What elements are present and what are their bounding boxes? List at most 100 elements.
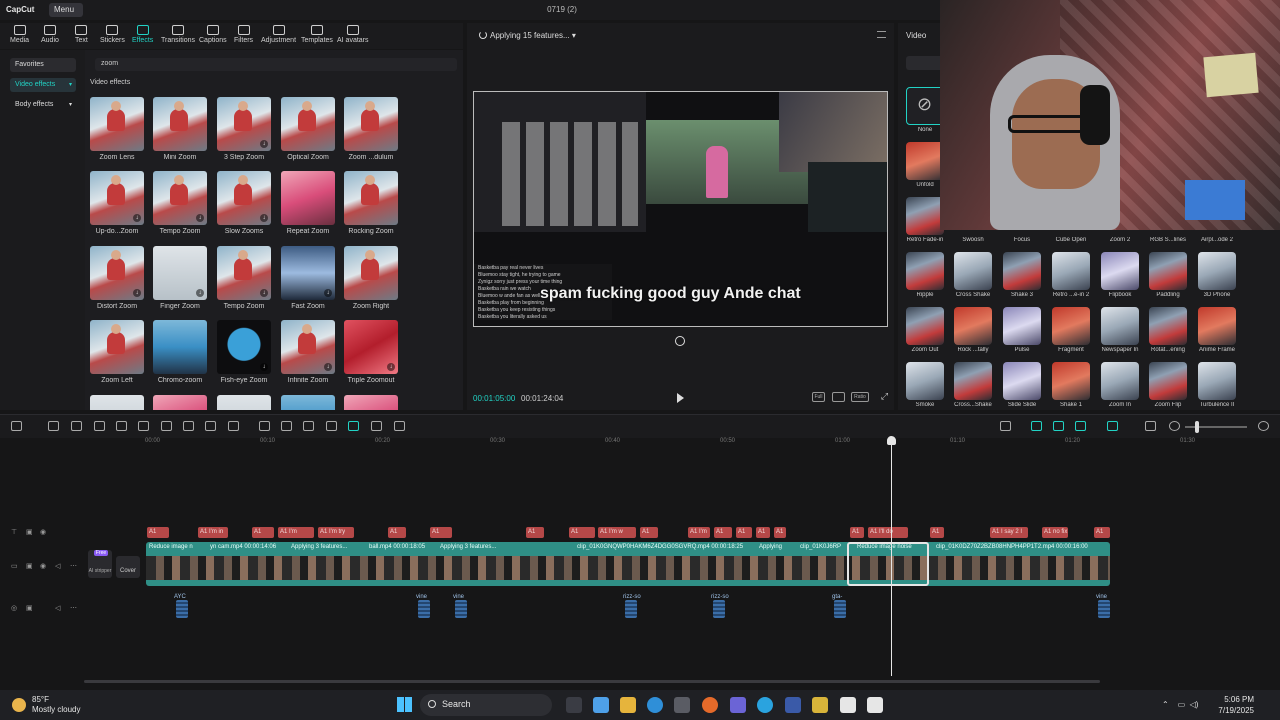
- caption-clip[interactable]: A1: [526, 527, 544, 538]
- audio-clip[interactable]: vine: [453, 594, 467, 620]
- effect-item[interactable]: [90, 395, 144, 410]
- category-favorites[interactable]: Favorites: [10, 58, 76, 72]
- crop-icon[interactable]: [205, 421, 216, 431]
- category-video-effects[interactable]: Video effects ▾: [10, 78, 76, 92]
- effect-item[interactable]: Mini Zoom: [153, 97, 207, 161]
- effects-search-input[interactable]: zoom: [95, 58, 457, 71]
- fullscreen-icon[interactable]: ⤢: [878, 392, 891, 402]
- caption-clip[interactable]: A1 no fix: [1042, 527, 1068, 538]
- caption-clip[interactable]: A1 I'm: [688, 527, 710, 538]
- tab-filters[interactable]: Filters: [234, 25, 253, 44]
- effect-item[interactable]: ↓ Tempo Zoom: [153, 171, 207, 235]
- capcut-icon[interactable]: [867, 697, 883, 713]
- category-body-effects[interactable]: Body effects ▾: [10, 98, 76, 112]
- speaker-icon[interactable]: ◁: [55, 604, 60, 612]
- lock-icon[interactable]: ▣: [26, 604, 33, 612]
- transition-item[interactable]: Ripple: [906, 252, 944, 298]
- tab-effects[interactable]: Effects: [132, 25, 153, 44]
- transition-item[interactable]: Anime Frame: [1198, 307, 1236, 353]
- timeline[interactable]: 00:00 00:10 00:20 00:30 00:40 00:50 01:0…: [0, 438, 1280, 682]
- telegram-icon[interactable]: [757, 697, 773, 713]
- transition-item[interactable]: Shake 3: [1003, 252, 1041, 298]
- edge-icon[interactable]: [647, 697, 663, 713]
- effect-item[interactable]: ↓ Fish-eye Zoom: [217, 320, 271, 384]
- ai-icon[interactable]: [348, 421, 359, 431]
- caption-clip[interactable]: A1: [430, 527, 452, 538]
- audio-clip[interactable]: vine: [1096, 594, 1110, 620]
- windows-start-icon[interactable]: [397, 697, 412, 712]
- copilot-icon[interactable]: [593, 697, 609, 713]
- tab-audio[interactable]: Audio: [41, 25, 59, 44]
- caption-clip[interactable]: A1 I'm in: [198, 527, 228, 538]
- delete-icon[interactable]: [161, 421, 172, 431]
- taskbar-search[interactable]: Search: [420, 694, 552, 716]
- main-video-track[interactable]: Reduce image n yn cam.mp4 00:00:14:06 Ap…: [146, 542, 1110, 586]
- effect-item[interactable]: [344, 395, 398, 410]
- tab-templates[interactable]: Templates: [301, 25, 333, 44]
- capcut-icon[interactable]: [840, 697, 856, 713]
- tab-adjustment[interactable]: Adjustment: [261, 25, 296, 44]
- lock-icon[interactable]: ▣: [26, 562, 33, 570]
- image-icon[interactable]: [371, 421, 382, 431]
- caption-clip[interactable]: A1 I'll do: [868, 527, 908, 538]
- auto-cut-icon[interactable]: [326, 421, 337, 431]
- transition-item[interactable]: Cross Shake: [954, 252, 992, 298]
- transition-item[interactable]: Turbulence II: [1198, 362, 1236, 408]
- app-icon[interactable]: [812, 697, 828, 713]
- tab-stickers[interactable]: Stickers: [100, 25, 125, 44]
- eye-icon[interactable]: ◉: [40, 528, 46, 536]
- menu-icon[interactable]: [877, 31, 886, 38]
- volume-icon[interactable]: ◁): [1190, 700, 1199, 709]
- effect-item[interactable]: [217, 395, 271, 410]
- effect-item[interactable]: ↓ Finger Zoom: [153, 246, 207, 310]
- tab-media[interactable]: Media: [10, 25, 29, 44]
- zoom-out-icon[interactable]: [1169, 421, 1180, 431]
- track-link-icon[interactable]: [1107, 421, 1118, 431]
- transition-item[interactable]: Zoom Out: [906, 307, 944, 353]
- freeze-icon[interactable]: [228, 421, 239, 431]
- file-explorer-icon[interactable]: [620, 697, 636, 713]
- effect-item[interactable]: Optical Zoom: [281, 97, 335, 161]
- caption-clip[interactable]: A1: [850, 527, 864, 538]
- timeline-scrollbar[interactable]: [84, 680, 1100, 683]
- effect-item[interactable]: ↓ Distort Zoom: [90, 246, 144, 310]
- app-icon[interactable]: [785, 697, 801, 713]
- transition-item[interactable]: 3D Phone: [1198, 252, 1236, 298]
- zoom-slider-handle[interactable]: [1195, 421, 1199, 433]
- effect-item[interactable]: ↓ Triple Zoomout: [344, 320, 398, 384]
- firefox-icon[interactable]: [702, 697, 718, 713]
- transition-item[interactable]: Smoke: [906, 362, 944, 408]
- select-tool-icon[interactable]: [11, 421, 22, 431]
- marker-icon[interactable]: [183, 421, 194, 431]
- effect-item[interactable]: Zoom Left: [90, 320, 144, 384]
- transition-item[interactable]: Newspaper In: [1101, 307, 1139, 353]
- effect-item[interactable]: ↓ Tempo Zoom: [217, 246, 271, 310]
- transition-item[interactable]: Retro Fade-in: [906, 197, 944, 243]
- caption-clip[interactable]: A1: [756, 527, 770, 538]
- caption-clip[interactable]: A1: [714, 527, 732, 538]
- tab-transitions[interactable]: Transitions: [161, 25, 195, 44]
- effect-item[interactable]: ↓ 3 Step Zoom: [217, 97, 271, 161]
- preview-axis-icon[interactable]: [1075, 421, 1086, 431]
- menu-button[interactable]: Menu: [49, 3, 83, 17]
- effect-item[interactable]: Repeat Zoom: [281, 171, 335, 235]
- store-icon[interactable]: [674, 697, 690, 713]
- effect-item[interactable]: Chromo-zoom: [153, 320, 207, 384]
- eye-icon[interactable]: ◉: [40, 562, 46, 570]
- microphone-icon[interactable]: [1000, 421, 1011, 431]
- transition-item[interactable]: None: [906, 87, 944, 133]
- video-preview[interactable]: Basketba pay real never lives Bluemoo st…: [473, 91, 888, 327]
- caption-clip[interactable]: A1 I say 2 I: [990, 527, 1028, 538]
- transition-item[interactable]: Zoom In: [1101, 362, 1139, 408]
- caption-clip[interactable]: A1: [388, 527, 406, 538]
- network-icon[interactable]: ▭: [1178, 700, 1186, 709]
- clock[interactable]: 5:06 PM 7/19/2025: [1214, 694, 1254, 716]
- transition-item[interactable]: Fragment: [1052, 307, 1090, 353]
- transition-item[interactable]: Rotat...ening: [1149, 307, 1187, 353]
- crop-icon[interactable]: [832, 392, 845, 402]
- split-left-icon[interactable]: [116, 421, 127, 431]
- effect-item[interactable]: Zoom ...dulum: [344, 97, 398, 161]
- mirror-icon[interactable]: [281, 421, 292, 431]
- transition-item[interactable]: Zoom Flip: [1149, 362, 1187, 408]
- caption-clip[interactable]: A1: [640, 527, 658, 538]
